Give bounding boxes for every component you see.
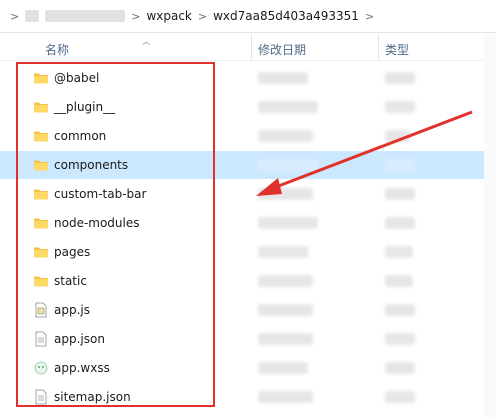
- annotation-arrow: [256, 110, 473, 196]
